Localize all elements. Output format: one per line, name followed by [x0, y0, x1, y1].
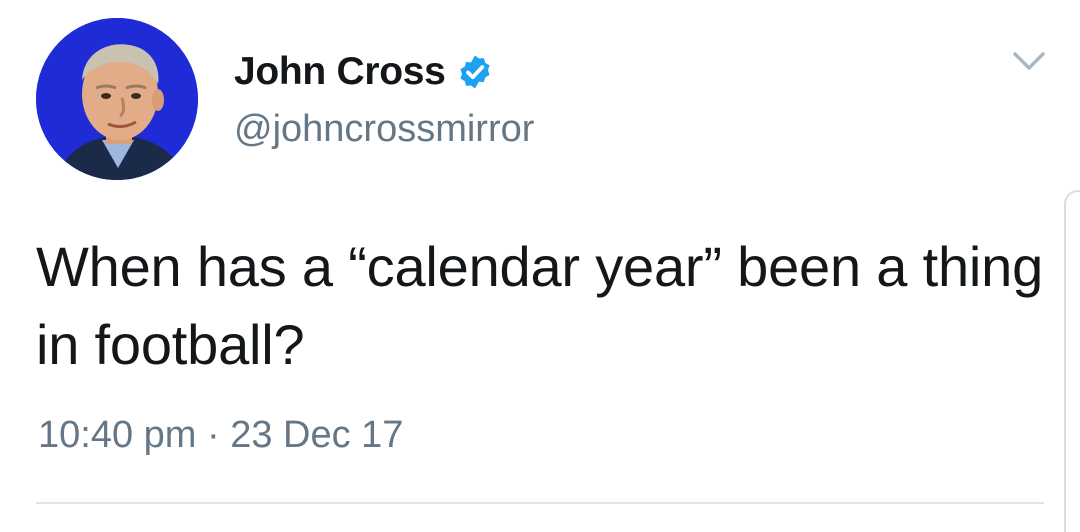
- chevron-down-icon[interactable]: [1012, 50, 1046, 74]
- display-name[interactable]: John Cross: [234, 50, 446, 94]
- verified-badge-icon: [456, 53, 494, 91]
- tweet-card: John Cross @johncrossmirror When has a “…: [0, 0, 1080, 532]
- tweet-text: When has a “calendar year” been a thing …: [36, 235, 1044, 376]
- avatar-image: [36, 18, 198, 180]
- user-handle[interactable]: @johncrossmirror: [234, 108, 534, 151]
- author-name-row[interactable]: John Cross: [234, 46, 494, 98]
- tweet-timestamp[interactable]: 10:40 pm · 23 Dec 17: [38, 414, 403, 457]
- divider: [36, 502, 1044, 504]
- avatar[interactable]: [36, 18, 198, 180]
- adjacent-card-edge: [1064, 190, 1080, 532]
